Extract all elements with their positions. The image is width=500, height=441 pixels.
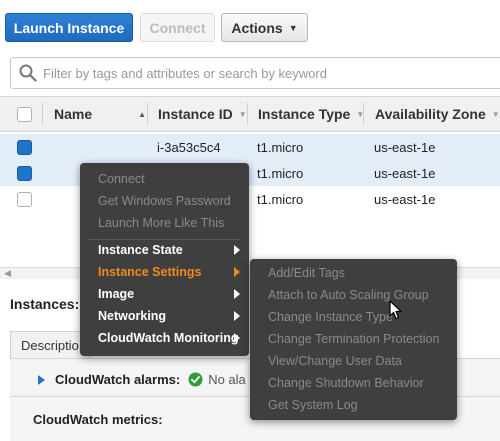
connect-button[interactable]: Connect xyxy=(140,13,215,42)
menu-item-label: Instance State xyxy=(98,243,183,257)
instances-label: Instances: xyxy=(10,296,80,312)
menu-item-label: Get Windows Password xyxy=(98,194,231,208)
menu-item-label: Change Instance Type xyxy=(268,310,393,324)
submenu-item-view-change-user-data[interactable]: View/Change User Data xyxy=(250,350,457,372)
instance-type-cell: t1.micro xyxy=(257,165,304,181)
menu-item-label: Launch More Like This xyxy=(98,216,225,230)
menu-item-image[interactable]: Image xyxy=(80,283,249,305)
menu-item-label: Image xyxy=(98,287,135,301)
submenu-item-change-instance-type[interactable]: Change Instance Type xyxy=(250,306,457,328)
actions-label: Actions xyxy=(231,19,283,36)
menu-item-networking[interactable]: Networking xyxy=(80,305,249,327)
menu-item-instance-state[interactable]: Instance State xyxy=(80,239,249,261)
context-menu: Connect Get Windows Password Launch More… xyxy=(80,163,249,356)
column-separator xyxy=(247,103,248,125)
toolbar: Launch Instance Connect Actions ▼ xyxy=(0,0,500,54)
submenu-arrow-icon xyxy=(234,267,240,277)
submenu-item-get-system-log[interactable]: Get System Log xyxy=(250,394,457,416)
search-placeholder: Filter by tags and attributes or search … xyxy=(43,65,327,81)
column-separator xyxy=(363,103,364,125)
filter-chevron-icon[interactable]: ▼ xyxy=(239,110,247,119)
submenu-arrow-icon xyxy=(234,289,240,299)
instance-type-cell: t1.micro xyxy=(257,139,304,155)
availability-zone-cell: us-east-1e xyxy=(374,165,436,181)
column-separator xyxy=(42,103,43,125)
menu-item-label: Connect xyxy=(98,172,145,186)
no-alarms-text: No ala xyxy=(208,372,246,387)
row-checkbox[interactable] xyxy=(17,140,32,155)
submenu-item-add-edit-tags[interactable]: Add/Edit Tags xyxy=(250,262,457,284)
availability-zone-cell: us-east-1e xyxy=(374,191,436,207)
menu-item-label: Attach to Auto Scaling Group xyxy=(268,288,429,302)
column-header-instance-id[interactable]: Instance ID ▼ xyxy=(158,97,247,131)
chevron-down-icon: ▼ xyxy=(288,22,298,33)
sort-ascending-icon[interactable]: ▲ xyxy=(138,110,146,119)
menu-item-instance-settings[interactable]: Instance Settings xyxy=(80,261,249,283)
menu-item-cloudwatch-monitoring[interactable]: CloudWatch Monitoring xyxy=(80,327,249,349)
menu-item-label: CloudWatch Monitoring xyxy=(98,331,239,345)
actions-dropdown-button[interactable]: Actions ▼ xyxy=(221,13,308,42)
menu-item-label: Get System Log xyxy=(268,398,358,412)
column-header-instance-id-label: Instance ID xyxy=(158,106,233,122)
menu-item-label: Change Termination Protection xyxy=(268,332,440,346)
table-row[interactable]: i-3a53c5c4 t1.micro us-east-1e xyxy=(0,134,500,160)
select-all-checkbox[interactable] xyxy=(17,107,32,122)
column-header-availability-zone-label: Availability Zone xyxy=(375,106,486,122)
menu-item-connect[interactable]: Connect xyxy=(80,168,249,190)
filter-chevron-icon[interactable]: ▼ xyxy=(492,110,500,119)
submenu-item-change-termination-protection[interactable]: Change Termination Protection xyxy=(250,328,457,350)
submenu-arrow-icon xyxy=(234,333,240,343)
menu-item-label: Instance Settings xyxy=(98,265,202,279)
menu-item-label: Change Shutdown Behavior xyxy=(268,376,424,390)
table-header: Name ▲ Instance ID ▼ Instance Type ▼ Ava… xyxy=(0,96,500,132)
submenu-arrow-icon xyxy=(234,311,240,321)
cloudwatch-alarms-row[interactable]: CloudWatch alarms: No ala xyxy=(38,372,246,387)
row-checkbox[interactable] xyxy=(17,166,32,181)
column-header-name[interactable]: Name ▲ xyxy=(54,97,146,131)
column-header-name-label: Name xyxy=(54,106,93,122)
column-header-availability-zone[interactable]: Availability Zone ▼ xyxy=(375,97,500,131)
scroll-left-icon[interactable]: ◀ xyxy=(4,268,11,278)
cloudwatch-alarms-label: CloudWatch alarms: xyxy=(55,372,181,387)
submenu-arrow-icon xyxy=(234,245,240,255)
check-circle-icon xyxy=(188,372,203,387)
table-row[interactable]: t1.micro us-east-1e xyxy=(0,186,500,212)
column-separator xyxy=(147,103,148,125)
mouse-pointer-icon xyxy=(389,300,402,320)
row-checkbox[interactable] xyxy=(17,192,32,207)
column-header-instance-type[interactable]: Instance Type ▼ xyxy=(258,97,364,131)
submenu-item-change-shutdown-behavior[interactable]: Change Shutdown Behavior xyxy=(250,372,457,394)
cloudwatch-metrics-label: CloudWatch metrics: xyxy=(33,412,163,427)
search-input[interactable]: Filter by tags and attributes or search … xyxy=(10,57,500,89)
column-header-instance-type-label: Instance Type xyxy=(258,106,351,122)
menu-item-get-windows-password[interactable]: Get Windows Password xyxy=(80,190,249,212)
instance-settings-submenu: Add/Edit Tags Attach to Auto Scaling Gro… xyxy=(250,259,457,420)
availability-zone-cell: us-east-1e xyxy=(374,139,436,155)
menu-item-label: View/Change User Data xyxy=(268,354,402,368)
search-icon xyxy=(19,64,37,82)
submenu-item-attach-to-auto-scaling-group[interactable]: Attach to Auto Scaling Group xyxy=(250,284,457,306)
expand-arrow-icon[interactable] xyxy=(38,374,45,385)
instance-id-cell: i-3a53c5c4 xyxy=(157,139,221,155)
menu-item-label: Networking xyxy=(98,309,167,323)
launch-instance-button[interactable]: Launch Instance xyxy=(5,13,133,42)
table-row[interactable]: t1.micro us-east-1e xyxy=(0,160,500,186)
tab-description[interactable]: Descriptio xyxy=(10,331,90,359)
instance-type-cell: t1.micro xyxy=(257,191,304,207)
menu-item-launch-more-like-this[interactable]: Launch More Like This xyxy=(80,212,249,234)
menu-item-label: Add/Edit Tags xyxy=(268,266,345,280)
